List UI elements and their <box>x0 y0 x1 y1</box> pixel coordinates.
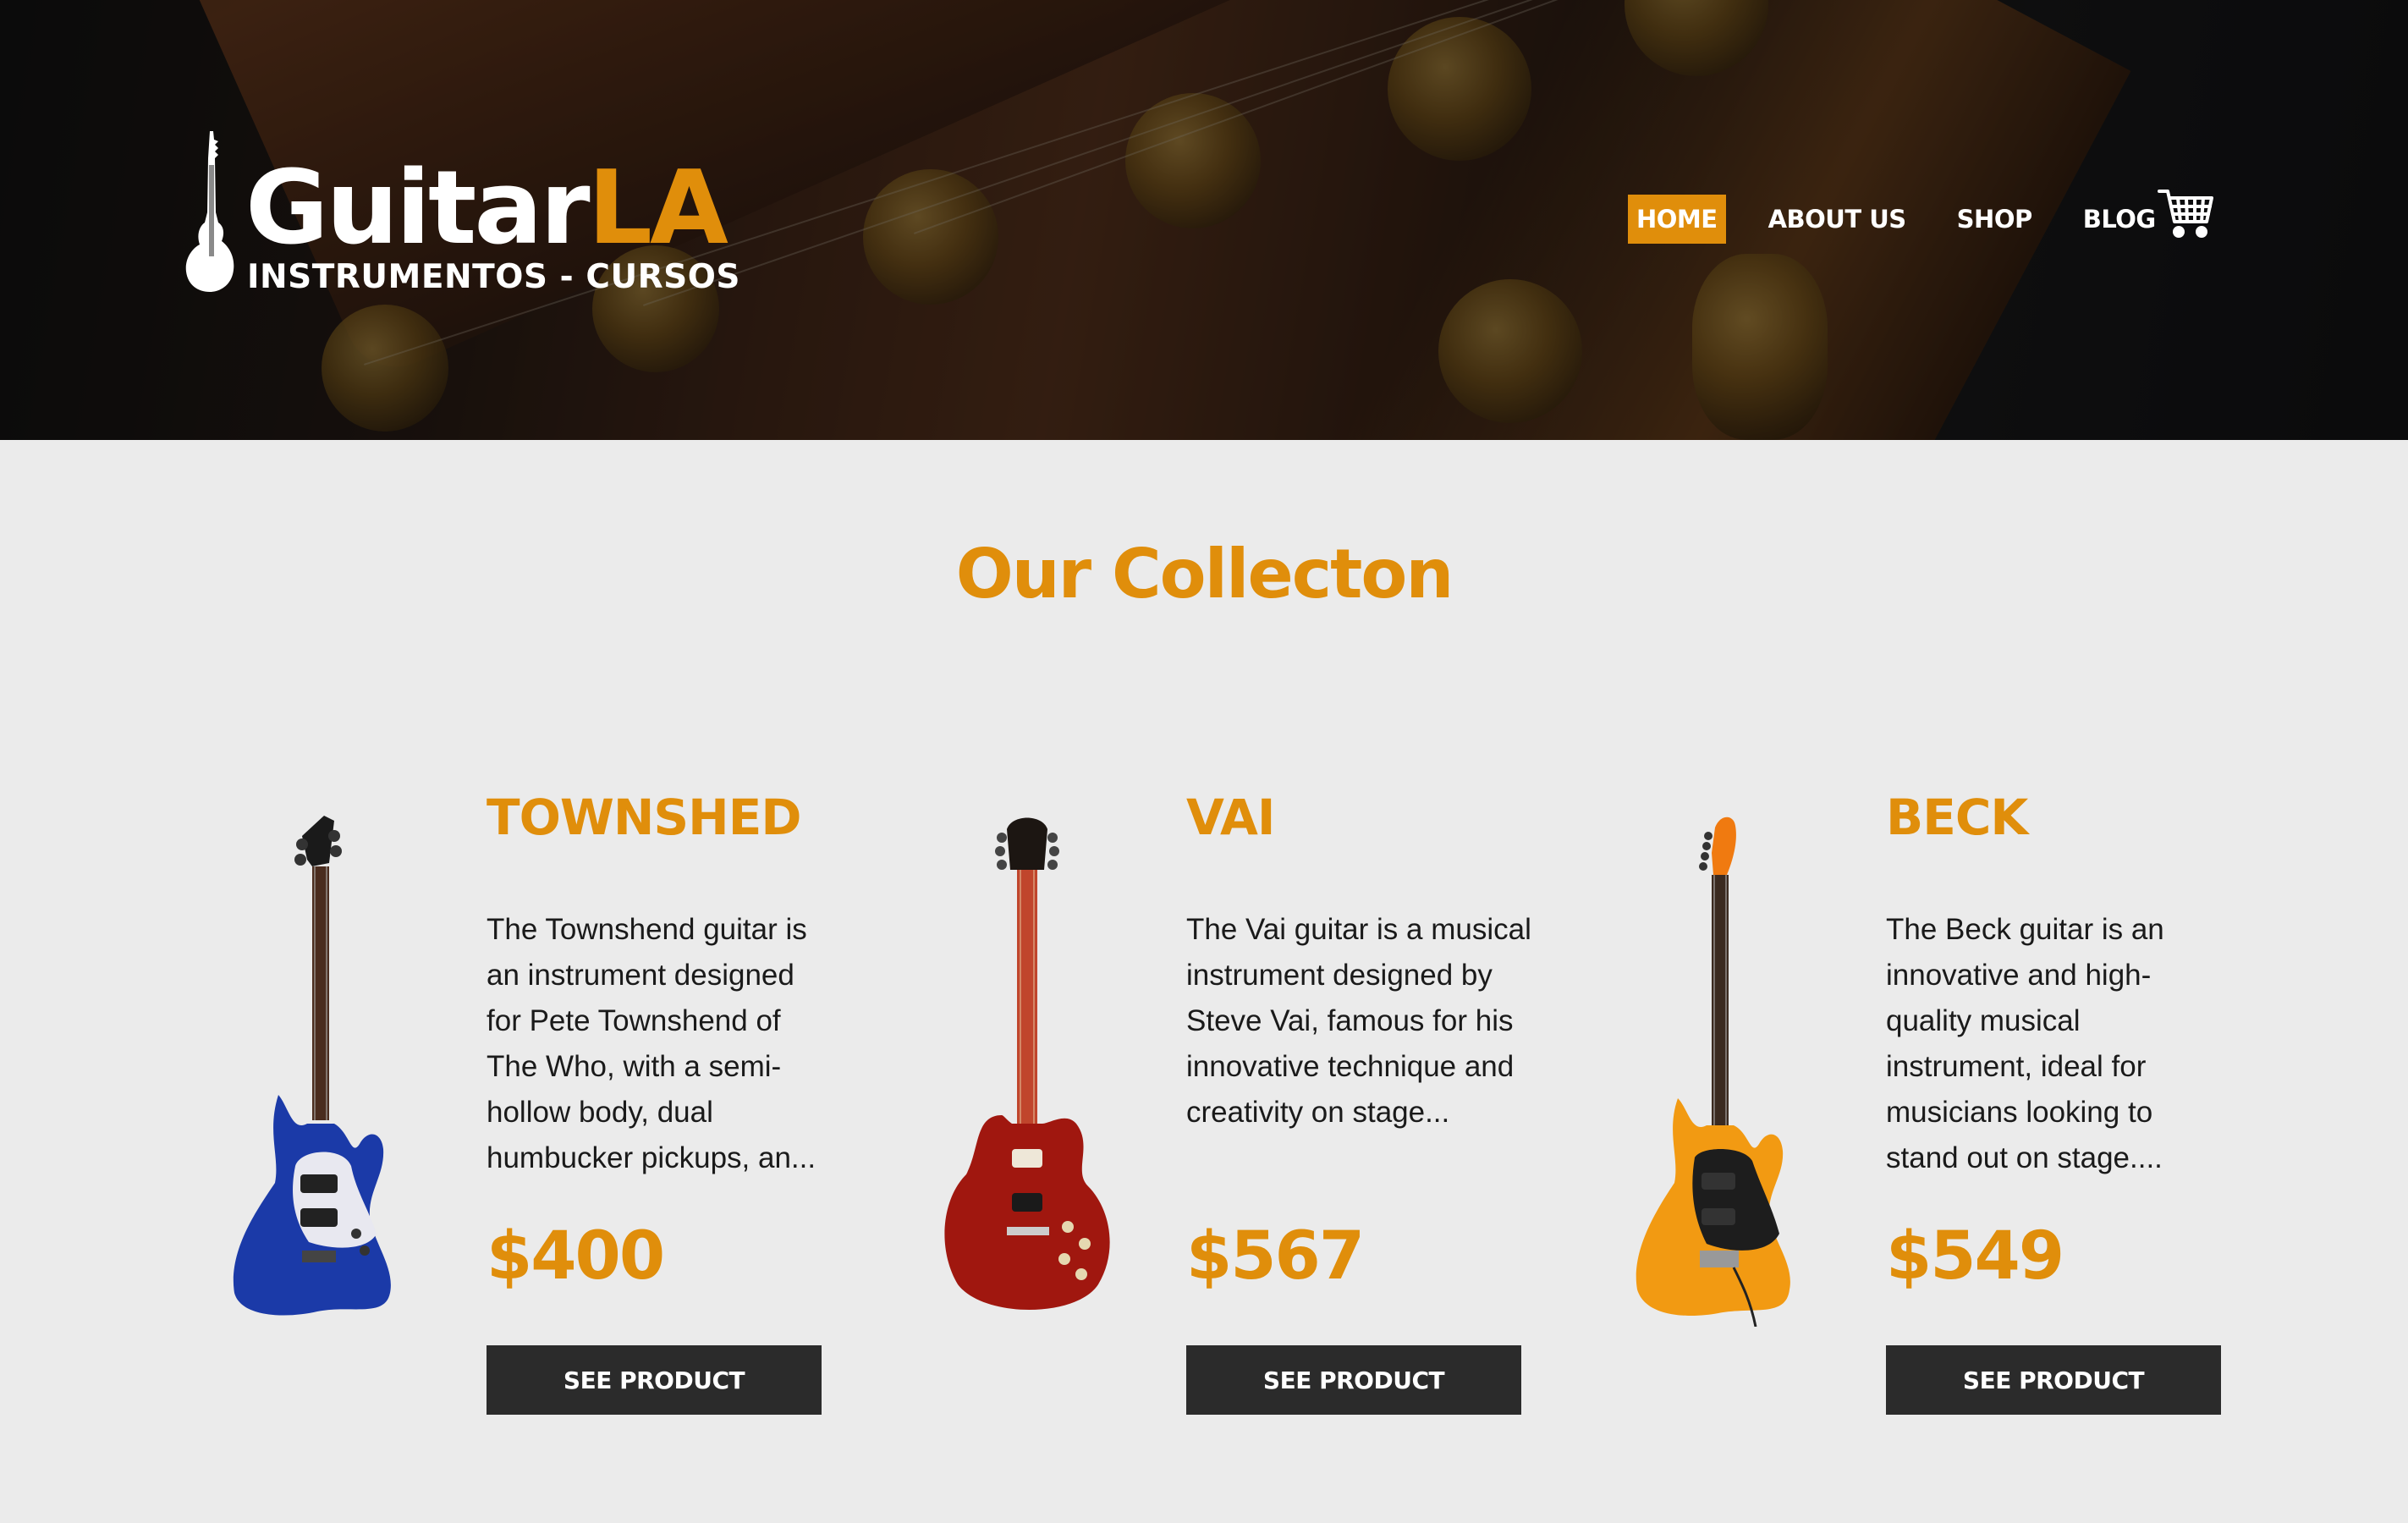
logo-wordmark: GuitarLA <box>245 158 728 260</box>
red-electric-guitar-image <box>944 817 1110 1310</box>
nav-about-us[interactable]: ABOUT US <box>1760 195 1915 244</box>
see-product-button[interactable]: SEE PRODUCT <box>1186 1345 1521 1415</box>
product-name: BECK <box>1886 789 2028 846</box>
product-price: $549 <box>1886 1218 2064 1295</box>
nav-shop[interactable]: SHOP <box>1949 195 2041 244</box>
logo-word-primary: Guitar <box>245 150 591 267</box>
product-card: BECK The Beck guitar is an innovative an… <box>1607 762 2301 1421</box>
product-name: TOWNSHED <box>487 789 801 846</box>
nav-blog[interactable]: BLOG <box>2075 195 2164 244</box>
product-description: The Beck guitar is an innovative and hig… <box>1886 913 2164 1174</box>
see-product-button[interactable]: SEE PRODUCT <box>487 1345 822 1415</box>
guitar-silhouette-icon <box>185 131 234 292</box>
nav-home[interactable]: HOME <box>1628 195 1726 244</box>
main-navigation: HOME ABOUT US SHOP BLOG <box>1628 193 2198 245</box>
product-name: VAI <box>1186 789 1275 846</box>
product-card: VAI The Vai guitar is a musical instrume… <box>907 762 1601 1421</box>
site-header: GuitarLA INSTRUMENTOS - CURSOS HOME ABOU… <box>0 0 2408 440</box>
see-product-button[interactable]: SEE PRODUCT <box>1886 1345 2221 1415</box>
blue-electric-guitar-image <box>233 816 391 1316</box>
logo-tagline: INSTRUMENTOS - CURSOS <box>247 258 740 296</box>
shopping-cart-icon <box>2158 190 2213 238</box>
orange-electric-guitar-image <box>1636 816 1790 1327</box>
product-description: The Townshend guitar is an instrument de… <box>487 913 816 1174</box>
product-price: $400 <box>487 1218 665 1295</box>
product-description: The Vai guitar is a musical instrument d… <box>1186 913 1531 1129</box>
product-card: TOWNSHED The Townshend guitar is an inst… <box>207 762 901 1421</box>
shopping-cart-button[interactable] <box>2158 188 2215 240</box>
site-logo[interactable]: GuitarLA INSTRUMENTOS - CURSOS <box>184 131 739 300</box>
product-price: $567 <box>1186 1218 1365 1295</box>
logo-word-accent: LA <box>587 150 728 267</box>
page-title: Our Collecton <box>955 535 1454 613</box>
